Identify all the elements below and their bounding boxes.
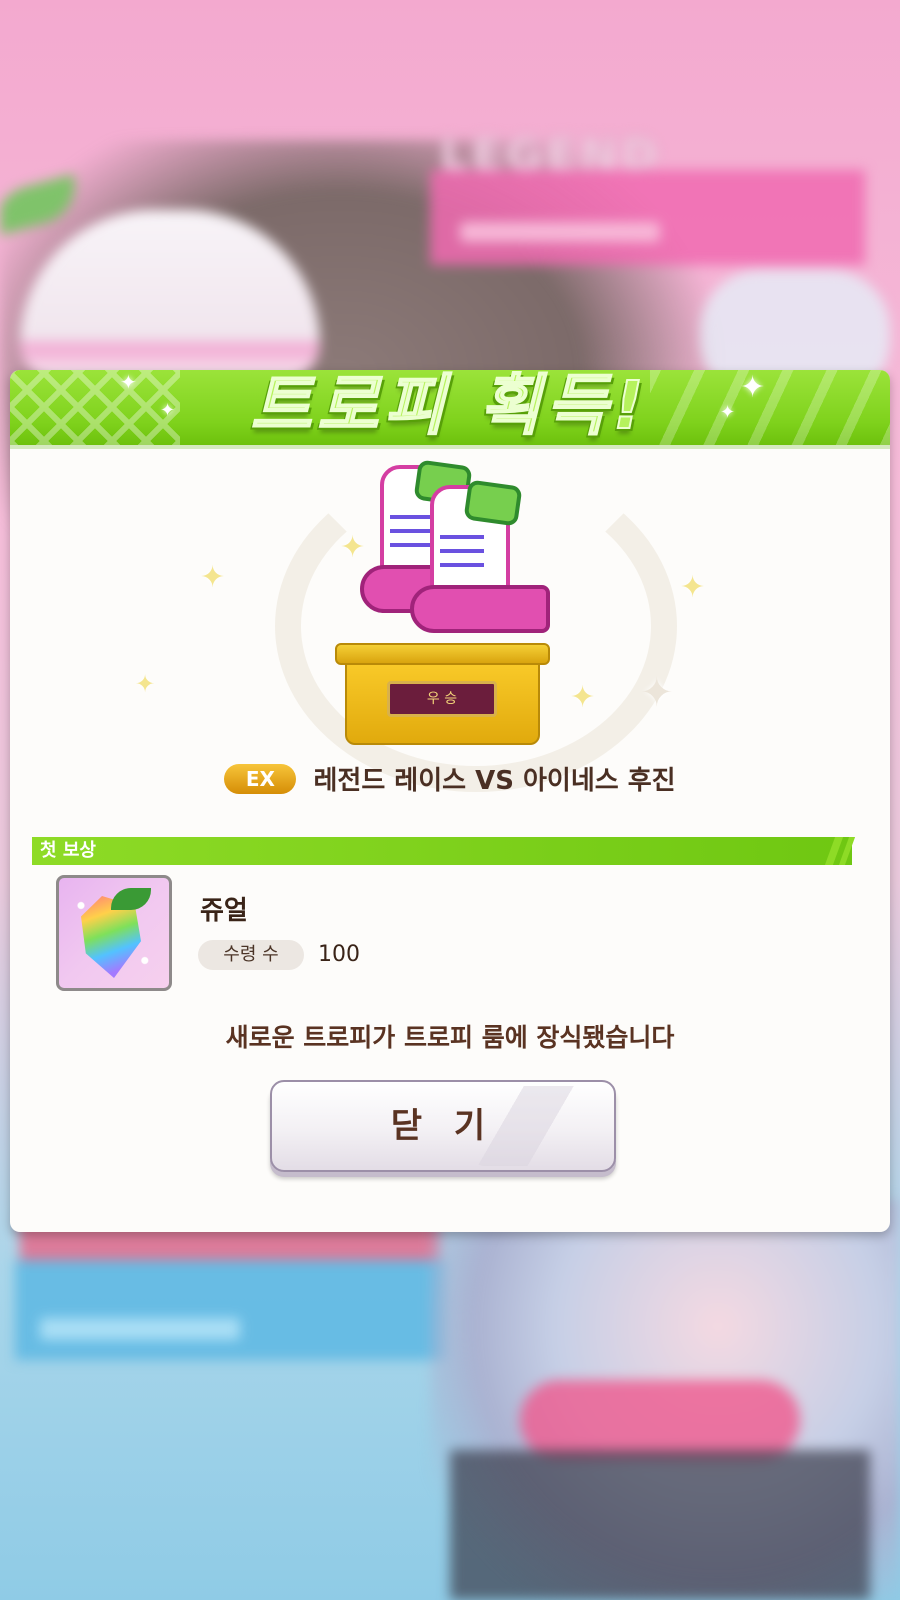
sparkle-icon: ✦ [120, 370, 137, 394]
sparkle-icon: ✦ [640, 670, 674, 716]
sparkle-icon: ✦ [135, 670, 156, 698]
race-title-row: EX 레전드 레이스 VS 아이네스 후진 [10, 760, 890, 797]
skate-front [410, 479, 550, 635]
ex-badge: EX [224, 763, 297, 794]
quantity-value: 100 [318, 942, 360, 967]
close-button-label: 닫 기 [390, 1106, 496, 1146]
sparkle-icon: ✦ [720, 402, 736, 423]
sparkle-icon: ✦ [140, 370, 165, 375]
reward-item-name: 쥬얼 [200, 896, 248, 926]
sparkle-icon: ✦ [740, 370, 766, 405]
trophy-plate: 우 승 [387, 681, 497, 717]
reward-item-icon[interactable] [56, 875, 172, 991]
close-button[interactable]: 닫 기 [270, 1080, 616, 1172]
background-legend-banner [430, 170, 865, 265]
background-blue-card [15, 1260, 445, 1360]
reward-section-header: 첫 보상 [40, 840, 96, 861]
jewel-leaf [111, 888, 151, 910]
sparkle-icon: ✦ [680, 570, 706, 605]
race-name: 레전드 레이스 VS 아이네스 후진 [313, 766, 676, 796]
quantity-label: 수령 수 [198, 940, 304, 970]
background-character-2-dress [450, 1450, 870, 1600]
trophy-base: 우 승 [335, 643, 550, 745]
background-legend-line [460, 222, 660, 242]
background-blue-card-line [40, 1318, 240, 1340]
sparkle-icon: ✦ [570, 680, 596, 715]
sparkle-icon: ✦ [200, 560, 226, 595]
sparkle-icon: ✦ [160, 400, 176, 421]
trophy-acquired-dialog: 트로피 획득! ✦ ✦ ✦ ✦ ✦ ✦ ✦ ✦ ✦ ✦ ✦ ✦ 우 승 [10, 370, 890, 1232]
background-character-2-collar [520, 1380, 800, 1460]
trophy-room-message: 새로운 트로피가 트로피 룸에 장식됐습니다 [225, 1023, 675, 1052]
reward-section-bar [32, 837, 852, 865]
